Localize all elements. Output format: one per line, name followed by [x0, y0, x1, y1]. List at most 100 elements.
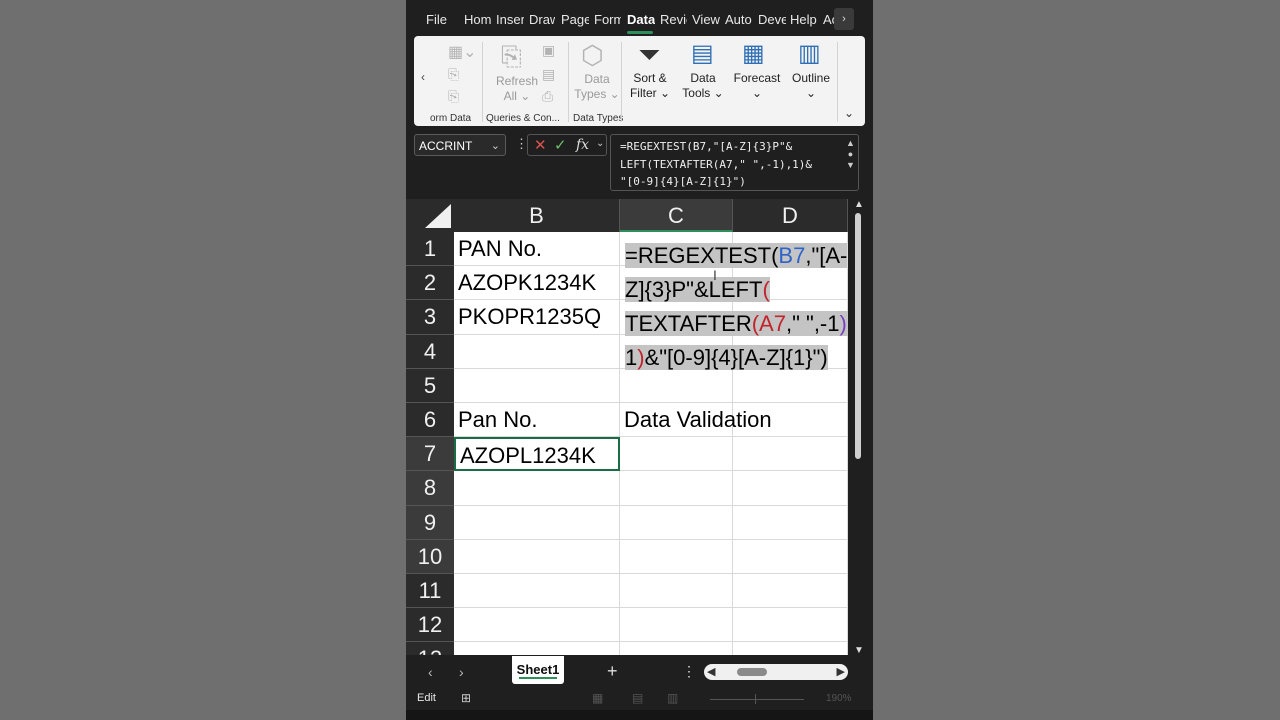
- cell-b9[interactable]: [454, 505, 620, 540]
- table-range-icon[interactable]: ▦⌄: [448, 42, 477, 62]
- sheet-options-button[interactable]: ⋮: [682, 663, 696, 680]
- cell-d12[interactable]: [733, 608, 848, 643]
- select-all-corner[interactable]: [406, 199, 454, 232]
- menu-tab-revie[interactable]: Revie: [660, 12, 687, 27]
- column-header-c[interactable]: C: [620, 199, 733, 232]
- cell-b11[interactable]: [454, 574, 620, 609]
- column-header-d[interactable]: D: [733, 199, 848, 232]
- scroll-left-arrow-icon[interactable]: ◀: [707, 665, 715, 678]
- menu-scroll-right-button[interactable]: ›: [834, 8, 854, 30]
- menu-tab-file[interactable]: File: [426, 12, 448, 27]
- menu-tab-draw[interactable]: Draw: [529, 12, 555, 27]
- cell-b5[interactable]: [454, 368, 620, 403]
- horizontal-scrollbar[interactable]: ◀ ▶: [704, 664, 848, 680]
- row-header-12[interactable]: 12: [406, 608, 454, 643]
- column-header-b[interactable]: B: [454, 199, 620, 232]
- menu-tab-help[interactable]: Help: [790, 12, 819, 27]
- zoom-level[interactable]: 190%: [826, 693, 852, 704]
- cell-d10[interactable]: [733, 539, 848, 574]
- menu-tab-data[interactable]: Data: [627, 12, 655, 27]
- insert-function-button[interactable]: fx: [576, 137, 589, 153]
- zoom-slider[interactable]: [710, 699, 804, 700]
- sheet-tab-sheet1[interactable]: Sheet1: [512, 656, 564, 684]
- scroll-up-arrow-icon[interactable]: ▲: [854, 199, 864, 210]
- menu-tab-ac[interactable]: Ac: [823, 12, 834, 27]
- forecast-button[interactable]: Forecast ⌄: [729, 71, 785, 101]
- cell-c10[interactable]: [620, 539, 733, 574]
- name-box[interactable]: ACCRINT ⌄: [414, 134, 506, 156]
- page-layout-view-icon[interactable]: ▤: [632, 691, 643, 705]
- cell-b13[interactable]: [454, 642, 620, 655]
- row-header-3[interactable]: 3: [406, 300, 454, 335]
- cell-b4[interactable]: [454, 334, 620, 369]
- zoom-slider-knob[interactable]: [755, 694, 756, 704]
- cell-b10[interactable]: [454, 539, 620, 574]
- add-sheet-button[interactable]: +: [607, 661, 618, 682]
- collapse-ribbon-chevron-icon[interactable]: ⌄: [844, 106, 854, 120]
- previous-sheet-icon[interactable]: ‹: [428, 664, 433, 680]
- vertical-scrollbar[interactable]: ▲ ▼: [848, 199, 873, 659]
- chevron-down-icon[interactable]: ⌄: [596, 138, 604, 149]
- ribbon-scroll-left-button[interactable]: ‹: [416, 70, 430, 90]
- scroll-right-arrow-icon[interactable]: ▶: [837, 665, 845, 678]
- cell-c8[interactable]: [620, 471, 733, 506]
- page-break-view-icon[interactable]: ▥: [667, 691, 678, 705]
- menu-tab-form[interactable]: Form: [594, 12, 621, 27]
- vertical-scroll-thumb[interactable]: [855, 213, 861, 459]
- horizontal-scroll-thumb[interactable]: [737, 668, 767, 676]
- menu-tab-view[interactable]: View: [692, 12, 721, 27]
- row-header-1[interactable]: 1: [406, 232, 454, 267]
- cell-c7-edit-overlay[interactable]: =REGEXTEST(B7,"[A- Z]{3}P"&LEFT(TEXTAFTER…: [625, 239, 853, 375]
- row-header-13[interactable]: 13: [406, 642, 454, 655]
- queries-connections-icon[interactable]: ▣: [542, 42, 555, 59]
- cell-b7[interactable]: AZOPL1234K: [454, 437, 620, 472]
- cell-b3[interactable]: PKOPR1235Q: [454, 300, 620, 335]
- cell-d8[interactable]: [733, 471, 848, 506]
- cell-c7[interactable]: [620, 437, 733, 472]
- data-tools-button[interactable]: Data Tools ⌄: [680, 71, 726, 101]
- row-header-11[interactable]: 11: [406, 574, 454, 609]
- cell-b1[interactable]: PAN No.: [454, 232, 620, 267]
- cell-c6[interactable]: Data Validation: [620, 403, 772, 438]
- chevron-down-icon[interactable]: ⌄: [491, 135, 500, 157]
- row-header-9[interactable]: 9: [406, 505, 454, 540]
- accessibility-icon[interactable]: ⊞: [461, 691, 471, 705]
- cell-d13[interactable]: [733, 642, 848, 655]
- menu-tab-inser[interactable]: Inser: [496, 12, 524, 27]
- cell-c9[interactable]: [620, 505, 733, 540]
- sort-filter-button[interactable]: Sort & Filter ⌄: [624, 71, 676, 101]
- row-header-5[interactable]: 5: [406, 368, 454, 403]
- recent-sources-icon[interactable]: ⎘: [448, 66, 459, 83]
- cell-d6[interactable]: [733, 403, 848, 438]
- cell-d9[interactable]: [733, 505, 848, 540]
- menu-tab-hom[interactable]: Hom: [464, 12, 492, 27]
- formula-scroll-arrows[interactable]: ▲ ● ▼: [846, 138, 855, 171]
- row-header-2[interactable]: 2: [406, 266, 454, 301]
- cell-d7[interactable]: [733, 437, 848, 472]
- cell-b8[interactable]: [454, 471, 620, 506]
- cell-c12[interactable]: [620, 608, 733, 643]
- menu-tab-deve[interactable]: Deve: [758, 12, 786, 27]
- normal-view-icon[interactable]: ▦: [592, 691, 603, 705]
- row-header-7[interactable]: 7: [406, 437, 454, 472]
- row-header-10[interactable]: 10: [406, 539, 454, 574]
- properties-icon[interactable]: ▤: [542, 66, 555, 83]
- formula-input[interactable]: =REGEXTEST(B7,"[A-Z]{3}P"& LEFT(TEXTAFTE…: [610, 134, 859, 191]
- next-sheet-icon[interactable]: ›: [459, 664, 464, 680]
- outline-button[interactable]: Outline ⌄: [786, 71, 836, 101]
- cell-c11[interactable]: [620, 574, 733, 609]
- row-header-8[interactable]: 8: [406, 471, 454, 506]
- menu-tab-page[interactable]: Page: [561, 12, 589, 27]
- scroll-down-arrow-icon[interactable]: ▼: [854, 645, 864, 656]
- enter-check-icon[interactable]: ✓: [554, 136, 567, 154]
- row-header-4[interactable]: 4: [406, 334, 454, 369]
- cell-c13[interactable]: [620, 642, 733, 655]
- cancel-x-icon[interactable]: ✕: [534, 136, 547, 154]
- refresh-all-button[interactable]: Refresh All ⌄: [492, 74, 542, 104]
- row-header-6[interactable]: 6: [406, 403, 454, 438]
- data-types-button[interactable]: Data Types ⌄: [572, 72, 622, 102]
- cell-b12[interactable]: [454, 608, 620, 643]
- cell-b6[interactable]: Pan No.: [454, 403, 620, 438]
- menu-tab-auto[interactable]: Auto: [725, 12, 753, 27]
- edit-links-icon[interactable]: ⎙: [542, 88, 553, 105]
